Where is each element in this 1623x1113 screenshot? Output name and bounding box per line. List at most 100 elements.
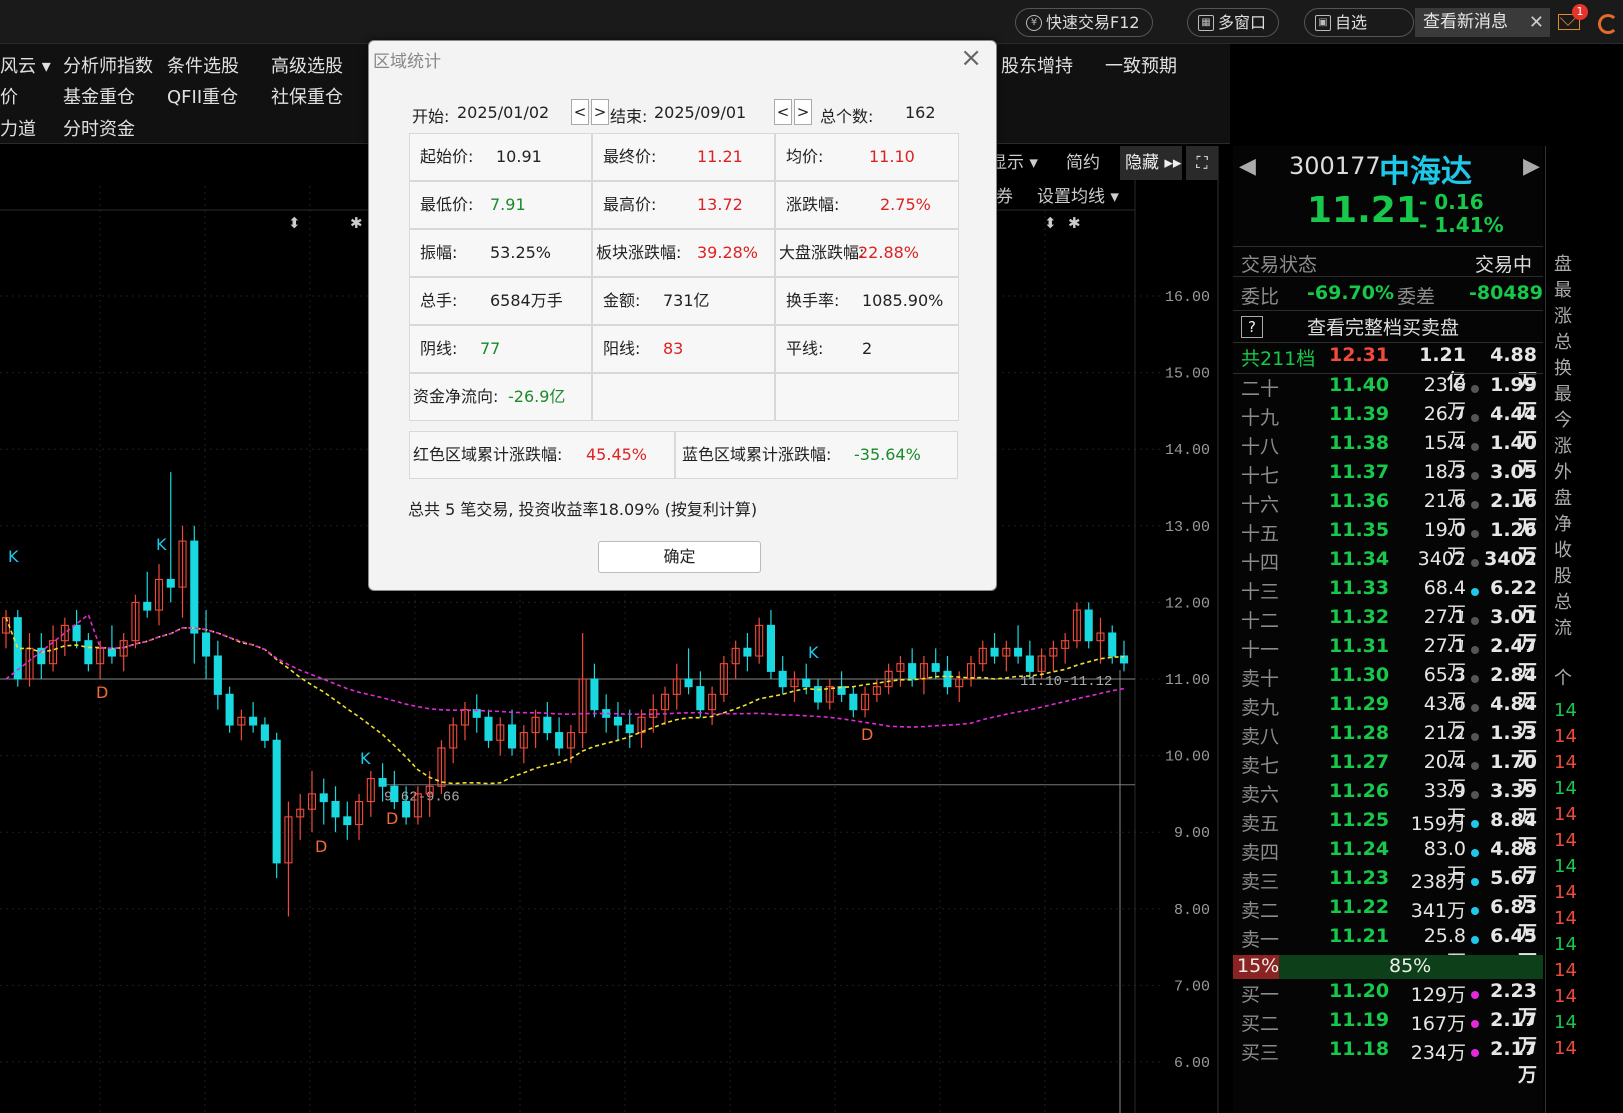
- candle-body: [213, 655, 222, 695]
- top-bar: ¥ 快速交易F12 ▦ 多窗口 ▣ 自选 查看新消息 ✕ 1: [0, 0, 1623, 44]
- level-label: 卖二: [1241, 900, 1280, 922]
- full-book-link[interactable]: 查看完整档买卖盘: [1307, 313, 1459, 340]
- level-volume: 129万: [1410, 984, 1466, 1006]
- side-info-item: 个: [1554, 668, 1572, 689]
- level-label: 卖四: [1241, 842, 1280, 864]
- stat-cell: 阳线: 83: [592, 325, 775, 373]
- sell-book-row[interactable]: 卖十 11.30 65.3万 2.84万: [1233, 664, 1543, 712]
- level-price: 11.38: [1329, 432, 1390, 454]
- level-price: 11.31: [1329, 635, 1390, 657]
- trade-marker: D: [386, 809, 398, 828]
- trade-marker: D: [861, 725, 873, 744]
- stat-cell-empty: [592, 373, 775, 421]
- end-prev-button[interactable]: <: [774, 99, 792, 125]
- sell-book-row[interactable]: 卖一11.2125.8万6.45万: [1233, 925, 1543, 973]
- sell-book-row[interactable]: 卖三 11.23 238万 5.67万: [1233, 867, 1543, 915]
- menu-item-fund-holding[interactable]: 基金重仓: [63, 83, 135, 109]
- level-volume: 167万: [1410, 1013, 1466, 1035]
- wb-label: 委比: [1241, 286, 1280, 308]
- buy-book-row[interactable]: 买二 11.19 167万 2.17万: [1233, 1009, 1543, 1057]
- sell-book-row[interactable]: 十三 11.33 68.4万 6.22万: [1233, 577, 1543, 625]
- menu-item-social-security[interactable]: 社保重仓: [271, 83, 343, 109]
- buy-book-row[interactable]: 买三 11.18 234万 2.17万: [1233, 1038, 1543, 1086]
- multi-window-button[interactable]: ▦ 多窗口: [1187, 8, 1280, 37]
- close-icon[interactable]: ×: [960, 43, 982, 73]
- quick-trade-button[interactable]: ¥ 快速交易F12: [1015, 8, 1153, 37]
- new-message-toast[interactable]: 查看新消息 ✕: [1415, 8, 1550, 37]
- trade-state-label: 交易状态: [1241, 254, 1318, 276]
- y-tick-label: 6.00: [1174, 1055, 1210, 1072]
- menu-item-consensus[interactable]: 一致预期: [1105, 52, 1177, 78]
- level-label: 卖九: [1241, 697, 1280, 719]
- level-label: 卖六: [1241, 784, 1280, 806]
- buy-book-row[interactable]: 买一 11.20 129万 2.23万: [1233, 980, 1543, 1028]
- close-icon[interactable]: ✕: [1529, 8, 1544, 37]
- sell-book-row[interactable]: 十一 11.31 27.1万 2.47万: [1233, 635, 1543, 683]
- level-label: 卖三: [1241, 871, 1280, 893]
- y-tick-label: 11.00: [1165, 672, 1210, 689]
- menu-item-advanced-select[interactable]: 高级选股: [271, 52, 343, 78]
- side-info-item: 涨: [1554, 436, 1572, 457]
- start-prev-button[interactable]: <: [571, 99, 589, 125]
- menu-item-analyst-index[interactable]: 分析师指数: [63, 52, 153, 78]
- sell-book-row[interactable]: 卖四 11.24 83.0万 4.88万: [1233, 838, 1543, 886]
- candle-body: [1025, 655, 1034, 672]
- y-tick-label: 7.00: [1174, 978, 1210, 995]
- sell-book-row[interactable]: 十九 11.39 26.7万 4.44万: [1233, 403, 1543, 451]
- sell-book-row[interactable]: 十四 11.34 3402 3402: [1233, 548, 1543, 577]
- sell-book-row[interactable]: 卖六 11.26 33.9万 3.39万: [1233, 780, 1543, 828]
- stat-label: 板块涨跌幅:: [596, 243, 682, 262]
- candle-body: [107, 647, 116, 657]
- display-dropdown[interactable]: 显示 ▾: [990, 146, 1038, 180]
- ok-button[interactable]: 确定: [598, 541, 761, 573]
- candle-body: [555, 732, 564, 749]
- hide-button[interactable]: 隐藏 ▸▸: [1120, 146, 1182, 180]
- stock-code: 300177: [1289, 152, 1381, 180]
- sell-book-row[interactable]: 十八 11.38 15.4万 1.40万: [1233, 432, 1543, 480]
- y-tick-label: 12.00: [1165, 595, 1210, 612]
- start-next-button[interactable]: >: [591, 99, 609, 125]
- sell-book-row[interactable]: 十二 11.32 27.1万 3.01万: [1233, 606, 1543, 654]
- level-price: 11.29: [1329, 693, 1390, 715]
- menu-item-holder-increase[interactable]: 股东增持: [1001, 52, 1073, 78]
- next-stock-icon[interactable]: ▶: [1523, 154, 1540, 179]
- stat-value: 6584万手: [490, 291, 563, 310]
- level-volume: 238万: [1410, 871, 1466, 893]
- menu-item-force[interactable]: 力道: [0, 115, 36, 141]
- menu-item-qfii-holding[interactable]: QFII重仓: [167, 83, 238, 109]
- candle-body: [507, 724, 517, 749]
- side-info-item: 涨: [1554, 306, 1572, 327]
- y-tick-label: 15.00: [1165, 366, 1210, 383]
- y-tick-label: 9.00: [1174, 825, 1210, 842]
- end-next-button[interactable]: >: [794, 99, 812, 125]
- simple-button[interactable]: 简约: [1066, 146, 1100, 180]
- sell-book-row[interactable]: 卖五 11.25 159万 8.84万: [1233, 809, 1543, 857]
- stat-cell: 换手率: 1085.90%: [775, 277, 959, 325]
- sell-book-row[interactable]: 卖二 11.22 341万 6.83万: [1233, 896, 1543, 944]
- star-icon: ✱: [350, 214, 363, 232]
- y-tick-label: 13.00: [1165, 519, 1210, 536]
- sell-book-row[interactable]: 卖九 11.29 43.6万 4.84万: [1233, 693, 1543, 741]
- menu-item-intraday-fund[interactable]: 分时资金: [63, 115, 135, 141]
- help-icon[interactable]: ?: [1241, 316, 1263, 338]
- sell-book-row[interactable]: 十五 11.35 19.0万 1.26万: [1233, 519, 1543, 567]
- stat-value: 11.21: [697, 147, 743, 166]
- menu-item-condition-select[interactable]: 条件选股: [167, 52, 239, 78]
- self-select-button[interactable]: ▣ 自选: [1304, 8, 1414, 37]
- stat-cell: 涨跌幅: 2.75%: [775, 181, 959, 229]
- level-volume: 234万: [1410, 1042, 1466, 1064]
- menu-item-fengyun[interactable]: 风云 ▾: [0, 52, 51, 78]
- side-info-item: 收: [1554, 540, 1572, 561]
- sell-book-row[interactable]: 十六 11.36 21.6万 2.16万: [1233, 490, 1543, 538]
- sell-book-row[interactable]: 二十 11.40 23.8万 1.99万: [1233, 374, 1543, 422]
- side-info-item: 14: [1554, 908, 1577, 929]
- fullscreen-icon[interactable]: ⛶: [1186, 146, 1218, 180]
- prev-stock-icon[interactable]: ◀: [1239, 154, 1256, 179]
- menu-item-price[interactable]: 价: [0, 83, 18, 109]
- level-label: 十七: [1241, 465, 1280, 487]
- sell-book-row[interactable]: 卖八 11.28 21.2万 1.33万: [1233, 722, 1543, 770]
- set-ma-dropdown[interactable]: 设置均线 ▾: [1037, 180, 1119, 214]
- mail-badge: 1: [1572, 4, 1588, 20]
- sell-book-row[interactable]: 十七 11.37 18.3万 3.05万: [1233, 461, 1543, 509]
- sell-book-row[interactable]: 卖七 11.27 20.4万 1.70万: [1233, 751, 1543, 799]
